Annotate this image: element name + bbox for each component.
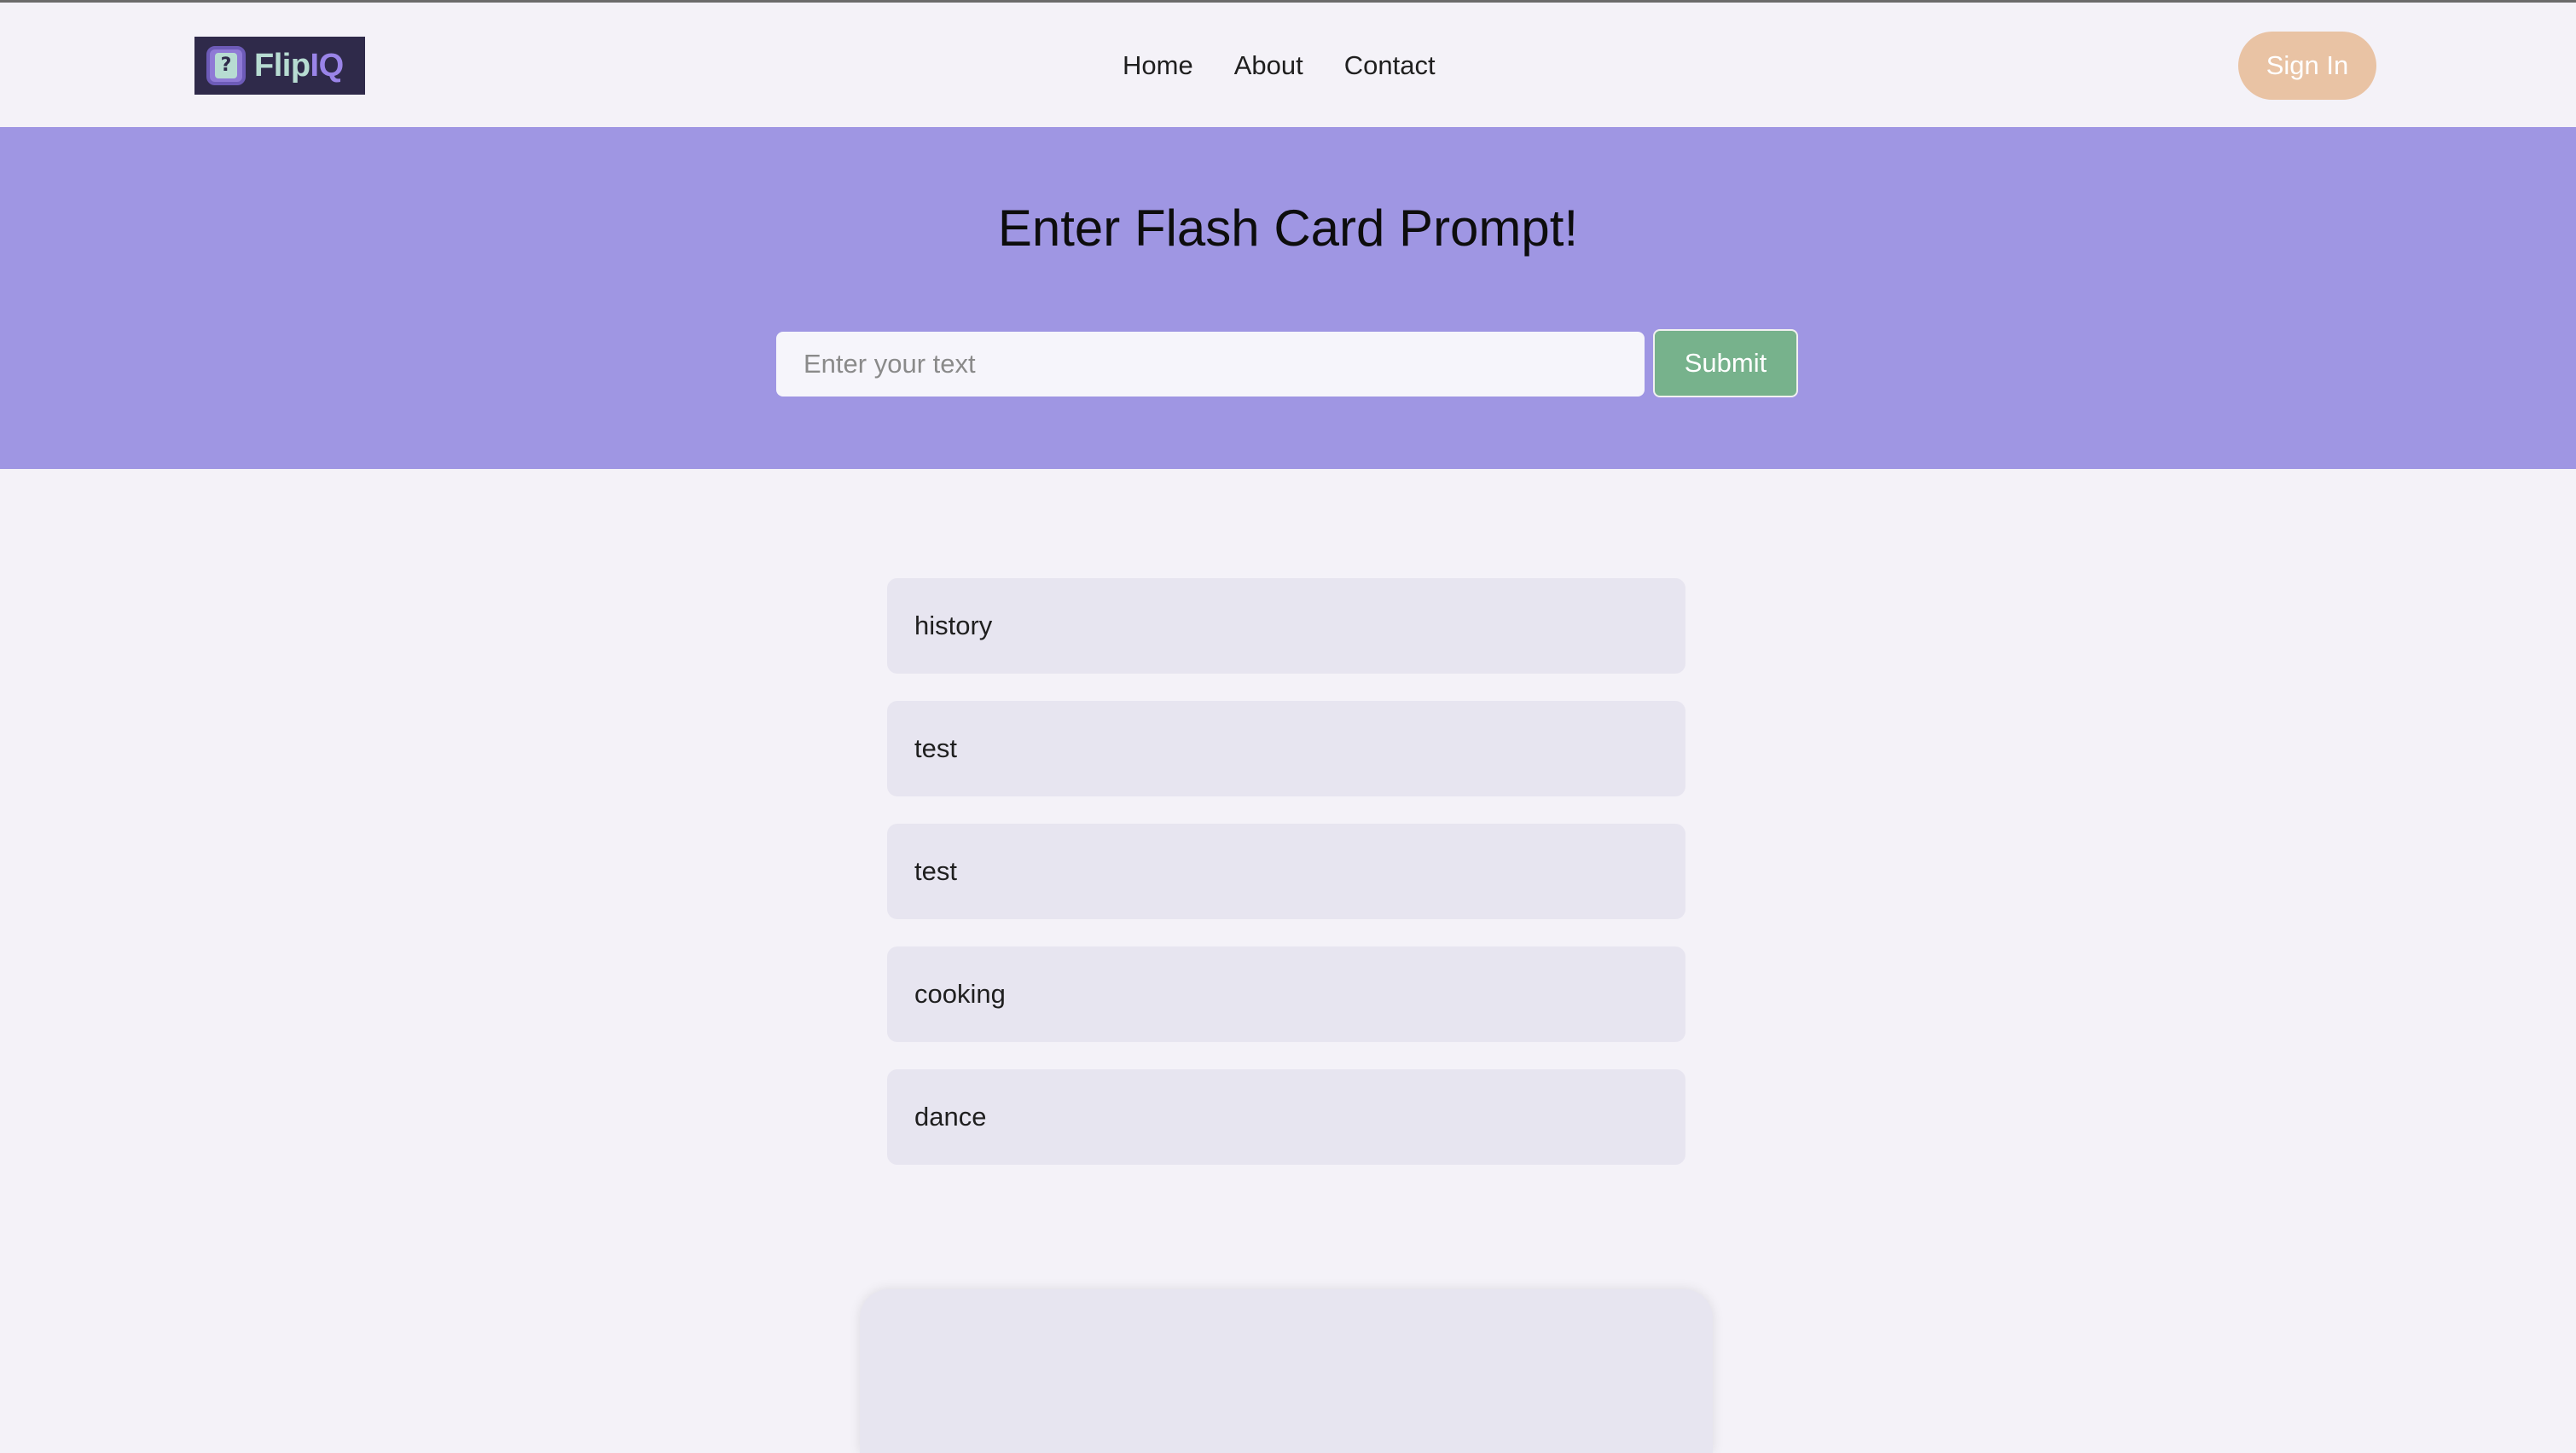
nav-link-home[interactable]: Home: [1123, 47, 1193, 84]
sign-in-button[interactable]: Sign In: [2238, 32, 2376, 100]
nav-link-about[interactable]: About: [1234, 47, 1303, 84]
flashcard-panel: [860, 1289, 1713, 1453]
topic-item-dance[interactable]: dance: [887, 1069, 1685, 1165]
fliplq-logo[interactable]: ? FlipIQ: [194, 37, 365, 95]
topic-item-history[interactable]: history: [887, 578, 1685, 674]
submit-button[interactable]: Submit: [1653, 329, 1798, 397]
logo-text-iq: IQ: [310, 48, 345, 84]
topic-item-test[interactable]: test: [887, 701, 1685, 796]
prompt-hero: Enter Flash Card Prompt! Submit: [0, 127, 2576, 469]
nav-link-contact[interactable]: Contact: [1344, 47, 1436, 84]
prompt-input[interactable]: [776, 332, 1645, 397]
topic-list: history test test cooking dance: [887, 578, 1685, 1192]
page-title: Enter Flash Card Prompt!: [997, 200, 1579, 257]
main-nav: Home About Contact: [1123, 47, 1436, 84]
topic-item-cooking[interactable]: cooking: [887, 946, 1685, 1042]
topic-item-test-2[interactable]: test: [887, 824, 1685, 919]
question-mark-icon: ?: [206, 46, 246, 85]
logo-text-flip: Flip: [254, 48, 310, 84]
logo-wordmark: FlipIQ: [254, 37, 344, 95]
site-header: ? FlipIQ Home About Contact Sign In: [0, 3, 2576, 127]
